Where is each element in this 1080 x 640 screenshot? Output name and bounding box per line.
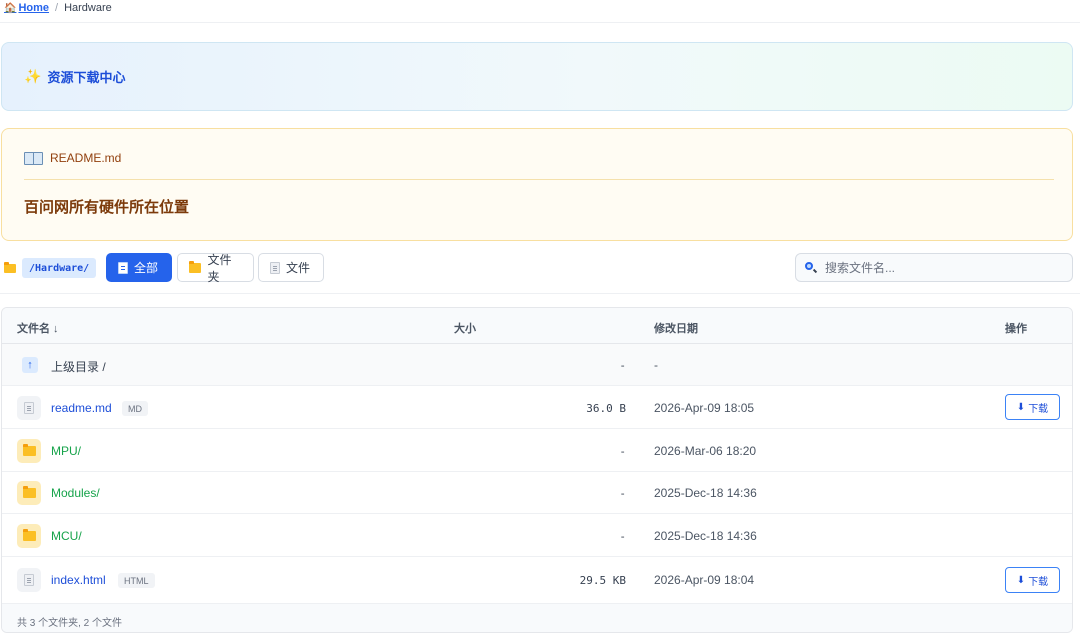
file-size: 36.0 B [586,402,626,415]
folder-icon [189,260,202,273]
folder-size: - [619,445,626,458]
folder-modified: 2025-Dec-18 14:36 [654,486,757,500]
table-row: MPU/ - 2026-Mar-06 18:20 [2,429,1072,472]
readme-header: README.md [24,151,121,165]
filter-all-button[interactable]: 全部 [106,253,172,282]
file-icon [270,261,280,274]
folder-icon [17,481,41,505]
clipboard-icon [118,261,128,274]
file-link[interactable]: index.html [51,573,106,587]
current-path: /Hardware/ [22,258,97,278]
readme-content: 百问网所有硬件所在位置 [24,199,190,216]
folder-size: - [619,487,626,500]
file-type-badge: HTML [118,573,155,588]
file-modified: 2026-Apr-09 18:04 [654,573,755,587]
column-header-size[interactable]: 大小 [454,320,476,336]
file-icon [17,396,41,420]
book-icon [24,152,43,165]
divider [0,22,1080,23]
filter-all-label: 全部 [134,261,159,275]
up-arrow-icon: ↑ [22,357,38,373]
filter-folders-label: 文件夹 [207,252,232,284]
table-header: 文件名 ↓ 大小 修改日期 操作 [2,308,1072,344]
download-label: 下载 [1028,403,1049,415]
filter-folders-button[interactable]: 文件夹 [177,252,254,284]
download-button[interactable]: ⬇ 下载 [1005,394,1060,420]
folder-icon [17,439,41,463]
item-count-summary: 共 3 个文件夹, 2 个文件 [17,618,123,629]
breadcrumb-current: Hardware [64,2,112,14]
parent-directory-link[interactable]: 上级目录 / [51,358,106,375]
column-header-modified[interactable]: 修改日期 [654,320,698,336]
search-box [795,253,1073,282]
parent-modified: - [654,358,658,372]
readme-filename: README.md [50,151,122,165]
folder-link[interactable]: Modules/ [51,486,100,500]
table-row: MCU/ - 2025-Dec-18 14:36 [2,514,1072,557]
folder-modified: 2026-Mar-06 18:20 [654,444,757,458]
file-table: 文件名 ↓ 大小 修改日期 操作 ↑ 上级目录 / - - readme.md … [1,307,1073,633]
readme-divider [24,179,1054,180]
folder-modified: 2025-Dec-18 14:36 [654,529,757,543]
sparkle-icon: ✨ [24,68,42,84]
search-icon [805,261,817,274]
file-type-badge: MD [122,401,148,416]
hero-title: 资源下载中心 [47,70,126,85]
column-header-name[interactable]: 文件名 ↓ [17,320,59,336]
readme-panel: README.md 百问网所有硬件所在位置 [1,128,1073,241]
toolbar: /Hardware/ 全部 文件夹 文件 [0,252,1080,284]
folder-icon [17,524,41,548]
breadcrumb-separator: / [55,2,59,14]
folder-link[interactable]: MCU/ [51,529,82,543]
filter-files-button[interactable]: 文件 [258,253,324,282]
hero-banner: ✨ 资源下载中心 [1,42,1073,111]
file-icon [17,568,41,592]
table-row: Modules/ - 2025-Dec-18 14:36 [2,472,1072,514]
table-footer: 共 3 个文件夹, 2 个文件 [2,603,1072,632]
file-browser-page: 🏠 Home / Hardware ✨ 资源下载中心 README.md 百问网… [0,0,1080,640]
table-row: index.html HTML 29.5 KB 2026-Apr-09 18:0… [2,557,1072,603]
search-input[interactable] [825,260,1055,275]
breadcrumb: 🏠 Home / Hardware [4,0,112,16]
download-icon: ⬇ [1016,574,1026,586]
breadcrumb-home-link[interactable]: 🏠 Home [4,2,49,14]
download-label: 下载 [1028,576,1049,588]
folder-icon [4,262,16,273]
parent-directory-row[interactable]: ↑ 上级目录 / - - [2,344,1072,386]
table-row: readme.md MD 36.0 B 2026-Apr-09 18:05 ⬇ … [2,386,1072,429]
file-size: 29.5 KB [579,574,626,587]
divider [0,293,1080,294]
file-link[interactable]: readme.md [51,401,112,415]
parent-size: - [619,359,626,372]
folder-size: - [619,530,626,543]
home-icon: 🏠 [4,2,17,14]
column-header-actions: 操作 [1005,323,1027,335]
file-modified: 2026-Apr-09 18:05 [654,401,755,415]
download-button[interactable]: ⬇ 下载 [1005,567,1060,593]
download-icon: ⬇ [1016,401,1026,413]
folder-link[interactable]: MPU/ [51,444,81,458]
filter-files-label: 文件 [286,261,311,275]
breadcrumb-home-label: Home [18,2,50,14]
